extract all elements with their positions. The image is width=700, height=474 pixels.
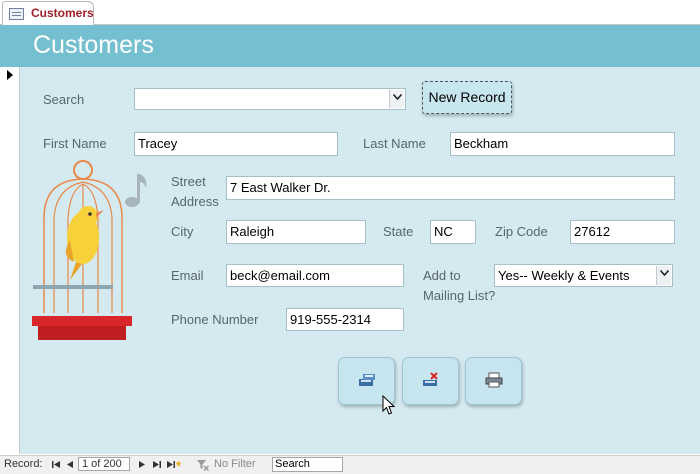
first-name-field[interactable]: Tracey xyxy=(134,132,338,156)
filter-status[interactable]: No Filter xyxy=(214,458,256,470)
filter-icon[interactable] xyxy=(196,458,210,471)
tab-label: Customers xyxy=(31,6,94,20)
search-combo[interactable] xyxy=(134,88,406,110)
search-label: Search xyxy=(43,92,85,107)
mailing-list-label-line1: Add to xyxy=(423,268,461,283)
last-record-icon[interactable] xyxy=(151,458,163,471)
email-field[interactable]: beck@email.com xyxy=(226,264,404,287)
tab-customers[interactable]: Customers xyxy=(2,1,94,25)
mailing-list-combo[interactable]: Yes-- Weekly & Events xyxy=(494,264,673,287)
form-title: Customers xyxy=(33,31,154,59)
street-address-label: Street Address xyxy=(171,172,219,212)
mailing-list-label-line2: Mailing List? xyxy=(423,288,496,303)
new-record-button[interactable]: New Record xyxy=(422,81,512,114)
document-tab-strip: Customers xyxy=(0,0,700,25)
current-record-field[interactable]: 1 of 200 xyxy=(78,457,130,471)
form-header: Customers xyxy=(0,25,700,67)
chevron-down-icon[interactable] xyxy=(656,266,671,285)
record-label: Record: xyxy=(4,458,43,470)
current-record-arrow-icon xyxy=(7,70,13,80)
zip-code-field[interactable]: 27612 xyxy=(570,220,675,244)
city-label: City xyxy=(171,224,194,239)
record-selector[interactable] xyxy=(0,67,20,454)
record-search-input[interactable]: Search xyxy=(272,457,343,472)
form-detail: Search First Name Tracey Last Name Beckh… xyxy=(20,67,700,454)
phone-number-label: Phone Number xyxy=(171,312,259,327)
city-field[interactable]: Raleigh xyxy=(226,220,366,244)
form-icon xyxy=(9,8,24,20)
email-label: Email xyxy=(171,268,204,283)
phone-number-field[interactable]: 919-555-2314 xyxy=(286,308,404,331)
delete-record-icon xyxy=(423,372,438,386)
mailing-list-label: Add to Mailing List? xyxy=(423,266,495,306)
mailing-list-value: Yes-- Weekly & Events xyxy=(498,268,630,283)
new-blank-record-icon[interactable] xyxy=(166,458,182,471)
next-record-icon[interactable] xyxy=(136,458,148,471)
printer-icon xyxy=(485,372,503,388)
delete-record-button[interactable] xyxy=(402,357,459,405)
chevron-down-icon[interactable] xyxy=(389,90,404,108)
state-label: State xyxy=(383,224,414,239)
first-record-icon[interactable] xyxy=(50,458,62,471)
record-navigation-bar: Record: 1 of 200 No Filter Search xyxy=(0,455,700,474)
mouse-pointer-icon xyxy=(382,395,396,415)
save-record-icon xyxy=(359,374,375,386)
music-note-icon xyxy=(125,174,147,207)
print-record-button[interactable] xyxy=(465,357,522,405)
last-name-label: Last Name xyxy=(363,136,426,151)
street-address-label-line1: Street xyxy=(171,174,206,189)
street-address-label-line2: Address xyxy=(171,194,219,209)
state-field[interactable]: NC xyxy=(430,220,476,244)
zip-code-label: Zip Code xyxy=(495,224,548,239)
last-name-field[interactable]: Beckham xyxy=(450,132,675,156)
previous-record-icon[interactable] xyxy=(64,458,76,471)
street-address-field[interactable]: 7 East Walker Dr. xyxy=(226,176,675,200)
first-name-label: First Name xyxy=(43,136,107,151)
